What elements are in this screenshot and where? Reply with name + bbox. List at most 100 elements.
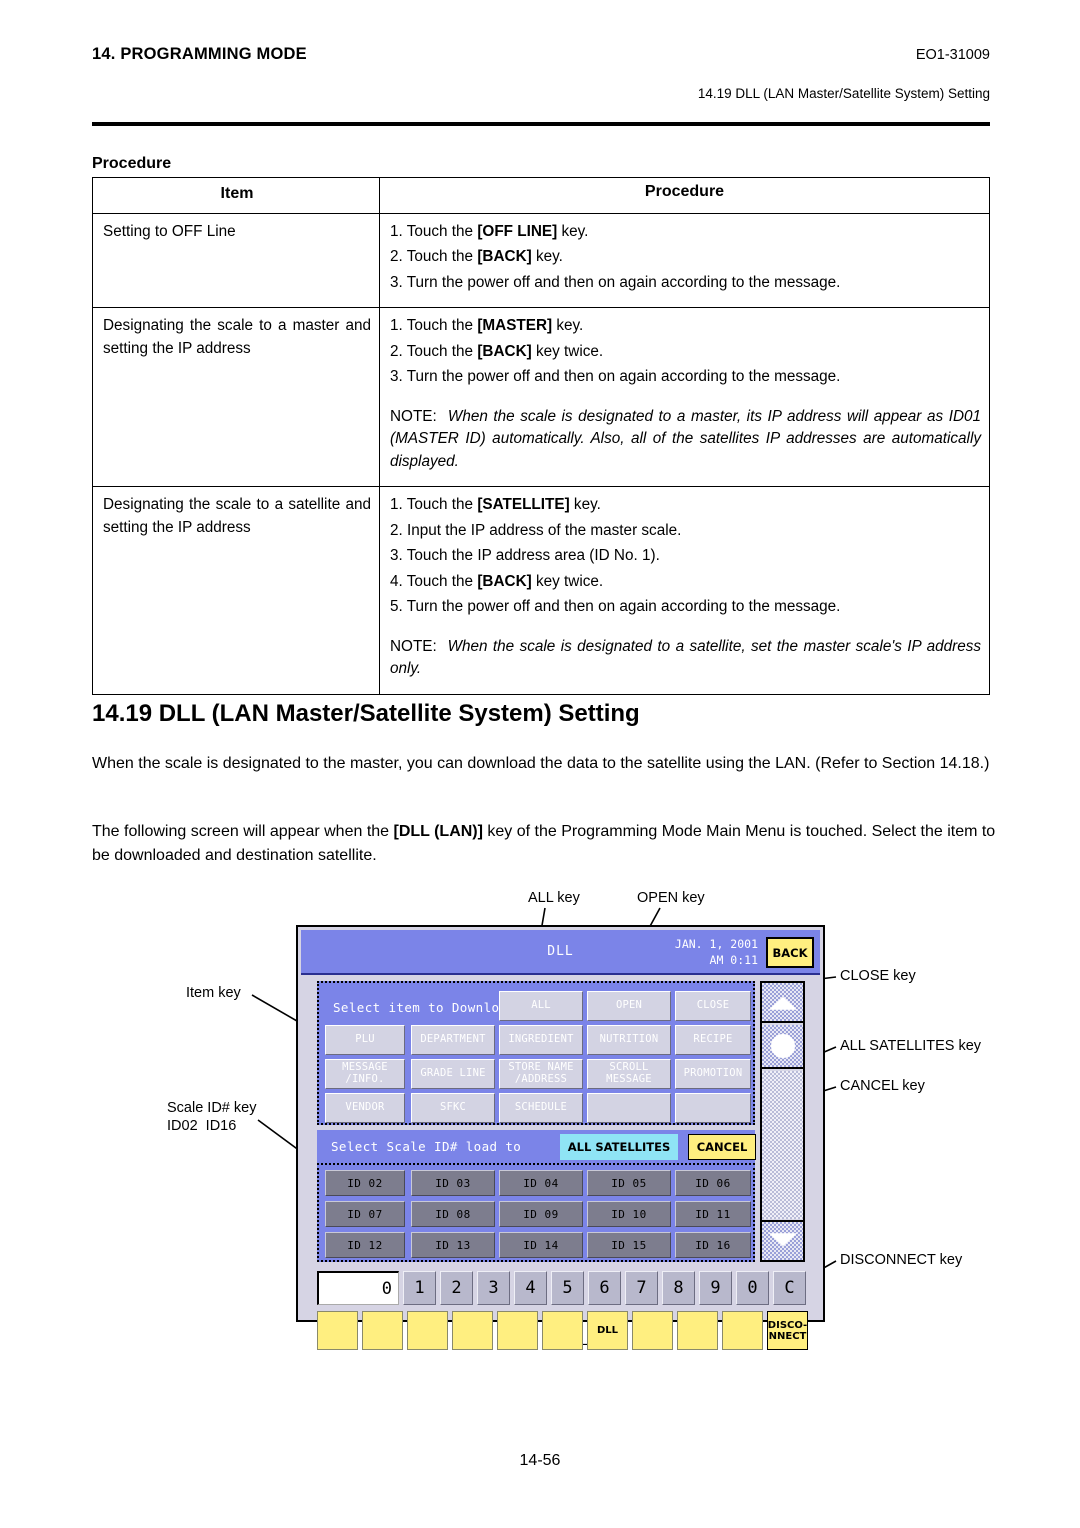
note-text: When the scale is designated to a satell… (390, 637, 982, 678)
num-key-9[interactable]: 9 (699, 1271, 732, 1305)
function-key-row: DLL DISCO- NNECT (317, 1311, 808, 1352)
num-key-3[interactable]: 3 (477, 1271, 510, 1305)
row-item-cell: Setting to OFF Line (92, 212, 380, 309)
open-key[interactable]: OPEN (587, 991, 671, 1021)
para2-pre: The following screen will appear when th… (92, 823, 394, 840)
row-note: NOTE: When the scale is designated to a … (390, 406, 981, 473)
item-key-nutrition[interactable]: NUTRITION (587, 1025, 671, 1055)
id-key-08[interactable]: ID 08 (411, 1201, 495, 1227)
device-date: JAN. 1, 2001 (674, 937, 758, 951)
num-key-1[interactable]: 1 (403, 1271, 436, 1305)
item-key-vendor[interactable]: VENDOR (325, 1093, 405, 1123)
all-satellites-key[interactable]: ALL SATELLITES (560, 1134, 678, 1160)
id-key-07[interactable]: ID 07 (325, 1201, 405, 1227)
id-key-04[interactable]: ID 04 (499, 1170, 583, 1196)
fn-key-8[interactable] (632, 1311, 673, 1350)
device-title-bar: DLL JAN. 1, 2001 AM 0:11 BACK (301, 930, 820, 975)
all-key[interactable]: ALL (499, 991, 583, 1021)
device-clock: JAN. 1, 2001 AM 0:11 (675, 937, 758, 968)
item-key-promotion[interactable]: PROMOTION (675, 1059, 751, 1089)
back-key[interactable]: BACK (766, 937, 814, 968)
id-key-09[interactable]: ID 09 (499, 1201, 583, 1227)
fn-key-5[interactable] (497, 1311, 538, 1350)
step-1: 1. Touch the [OFF LINE] key. (390, 223, 589, 240)
callout-cancel-key: CANCEL key (840, 1078, 925, 1094)
item-key-plu[interactable]: PLU (325, 1025, 405, 1055)
item-key-store-name-address[interactable]: STORE NAME /ADDRESS (499, 1059, 583, 1089)
id-key-03[interactable]: ID 03 (411, 1170, 495, 1196)
num-key-6[interactable]: 6 (588, 1271, 621, 1305)
id-key-14[interactable]: ID 14 (499, 1232, 583, 1258)
num-key-4[interactable]: 4 (514, 1271, 547, 1305)
item-key-schedule[interactable]: SCHEDULE (499, 1093, 583, 1123)
document-page: 14. PROGRAMMING MODE EO1-31009 14.19 DLL… (0, 0, 1080, 1528)
disconnect-key[interactable]: DISCO- NNECT (767, 1311, 808, 1350)
scroll-track[interactable] (762, 1071, 803, 1219)
close-key[interactable]: CLOSE (675, 991, 751, 1021)
step-1: 1. Touch the [SATELLITE] key. (390, 496, 601, 514)
id-key-05[interactable]: ID 05 (587, 1170, 671, 1196)
step-5: 5. Turn the power off and then on again … (390, 598, 841, 616)
num-key-0[interactable]: 0 (736, 1271, 769, 1305)
item-key-ingredient[interactable]: INGREDIENT (499, 1025, 583, 1055)
note-label: NOTE: (390, 407, 437, 425)
item-key-recipe[interactable]: RECIPE (675, 1025, 751, 1055)
id-key-13[interactable]: ID 13 (411, 1232, 495, 1258)
row-item-cell: Designating the scale to a satellite and… (92, 486, 380, 695)
col-header-item: Item (92, 177, 380, 214)
fn-key-2[interactable] (362, 1311, 403, 1350)
numeric-keypad-row: 0 1 2 3 4 5 6 7 8 9 0 C (317, 1269, 806, 1307)
item-prompt: Select item to Download (333, 1000, 516, 1015)
device-body: Select item to Download ALL OPEN CLOSE P… (301, 975, 820, 1350)
item-key-department[interactable]: DEPARTMENT (411, 1025, 495, 1055)
leader-scale-id (257, 1119, 301, 1152)
item-key-message-info[interactable]: MESSAGE /INFO. (325, 1059, 405, 1089)
fn-key-1[interactable] (317, 1311, 358, 1350)
row-procedure-cell: 1. Touch the [MASTER] key. 2. Touch the … (379, 307, 990, 488)
dll-key[interactable]: DLL (587, 1311, 628, 1350)
id-key-16[interactable]: ID 16 (675, 1232, 751, 1258)
num-key-7[interactable]: 7 (625, 1271, 658, 1305)
item-key-scroll-message[interactable]: SCROLL MESSAGE (587, 1059, 671, 1089)
procedure-table: Item Procedure Setting to OFF Line 1. To… (92, 177, 990, 695)
document-code: EO1-31009 (915, 47, 990, 63)
num-key-clear[interactable]: C (773, 1271, 806, 1305)
device-time: AM 0:11 (709, 952, 758, 967)
id-key-10[interactable]: ID 10 (587, 1201, 671, 1227)
item-key-grade-line[interactable]: GRADE LINE (411, 1059, 495, 1089)
fn-key-6[interactable] (542, 1311, 583, 1350)
step-3: 3. Touch the IP address area (ID No. 1). (390, 547, 660, 565)
item-key-sfkc[interactable]: SFKC (411, 1093, 495, 1123)
row-procedure-cell: 1. Touch the [SATELLITE] key. 2. Input t… (379, 486, 990, 695)
fn-key-4[interactable] (452, 1311, 493, 1350)
fn-key-9[interactable] (677, 1311, 718, 1350)
id-key-06[interactable]: ID 06 (675, 1170, 751, 1196)
item-key-blank-2[interactable] (675, 1093, 751, 1123)
scroll-up-button[interactable] (762, 983, 803, 1023)
id-key-02[interactable]: ID 02 (325, 1170, 405, 1196)
cancel-key[interactable]: CANCEL (688, 1134, 756, 1160)
id-key-11[interactable]: ID 11 (675, 1201, 751, 1227)
scrollbar[interactable] (760, 981, 805, 1262)
section-heading: 14.19 DLL (LAN Master/Satellite System) … (92, 700, 640, 727)
item-key-blank-1[interactable] (587, 1093, 671, 1123)
num-key-5[interactable]: 5 (551, 1271, 584, 1305)
scroll-thumb[interactable] (762, 1025, 803, 1069)
table-row: Designating the scale to a satellite and… (92, 486, 990, 695)
num-key-2[interactable]: 2 (440, 1271, 473, 1305)
step-1: 1. Touch the [MASTER] key. (390, 317, 584, 335)
num-key-8[interactable]: 8 (662, 1271, 695, 1305)
numeric-display[interactable]: 0 (317, 1271, 399, 1305)
triangle-up-icon (768, 996, 797, 1010)
fn-key-10[interactable] (722, 1311, 763, 1350)
callout-close-key: CLOSE key (840, 968, 916, 984)
step-4: 4. Touch the [BACK] key twice. (390, 572, 604, 590)
item-text: Designating the scale to a satellite and… (103, 496, 371, 536)
fn-key-3[interactable] (407, 1311, 448, 1350)
scroll-down-button[interactable] (762, 1220, 803, 1260)
id-key-12[interactable]: ID 12 (325, 1232, 405, 1258)
id-key-15[interactable]: ID 15 (587, 1232, 671, 1258)
col-header-procedure: Procedure (379, 177, 990, 214)
section-paragraph-2: The following screen will appear when th… (92, 820, 997, 868)
callout-scale-id-key: Scale ID# key ID02 ID16 (167, 1100, 256, 1135)
